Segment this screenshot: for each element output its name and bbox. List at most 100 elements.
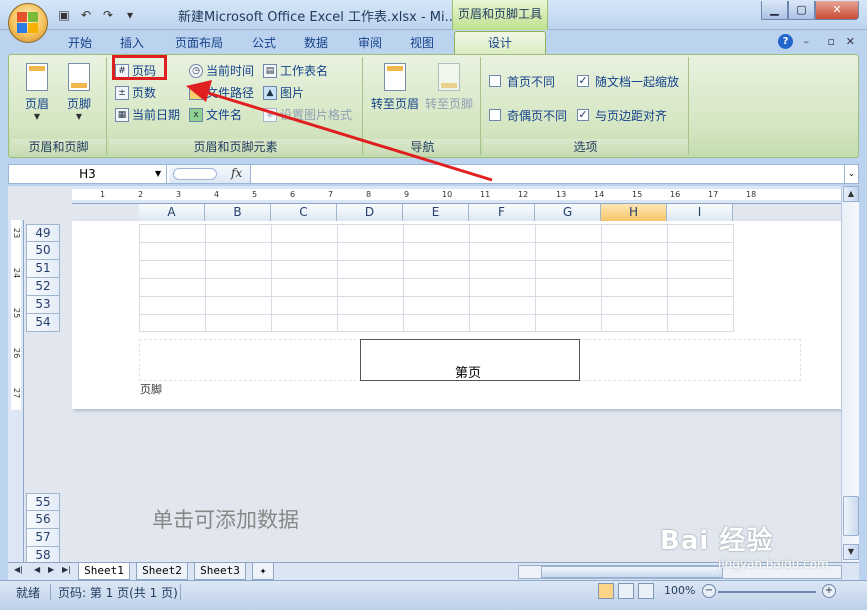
ruler-tick-label: 16: [670, 190, 681, 199]
goto-header-button[interactable]: 转至页眉: [369, 61, 421, 131]
page-layout-view-icon[interactable]: [618, 583, 634, 599]
insert-sheet-icon[interactable]: ✦: [252, 563, 274, 580]
ruler-tick-label: 27: [12, 388, 21, 399]
row-header[interactable]: 57: [26, 529, 60, 547]
customize-qat-icon[interactable]: ▾: [122, 7, 138, 23]
column-header-d[interactable]: D: [337, 204, 403, 221]
picture-button[interactable]: ▲ 图片: [263, 83, 304, 103]
column-header-c[interactable]: C: [271, 204, 337, 221]
checkmark-icon: ✓: [577, 108, 589, 121]
page-break-view-icon[interactable]: [638, 583, 654, 599]
tab-review[interactable]: 审阅: [348, 34, 392, 54]
scroll-down-icon[interactable]: ▼: [843, 544, 859, 560]
footer-button-label: 页脚: [66, 97, 91, 111]
undo-icon[interactable]: ↶: [78, 7, 94, 23]
column-header-g[interactable]: G: [535, 204, 601, 221]
last-sheet-icon[interactable]: ▶|: [62, 565, 71, 574]
row-header[interactable]: 54: [26, 314, 60, 332]
column-header-b[interactable]: B: [205, 204, 271, 221]
zoom-out-icon[interactable]: −: [702, 584, 716, 598]
window-controls: ▁ ▢ ✕: [761, 1, 859, 20]
first-page-different-label: 首页不同: [507, 74, 556, 89]
scale-with-document-checkbox[interactable]: ✓ 随文档一起缩放: [577, 71, 679, 91]
header-button[interactable]: 页眉 ▼: [19, 61, 55, 131]
column-header-f[interactable]: F: [469, 204, 535, 221]
first-page-different-checkbox[interactable]: 首页不同: [489, 71, 555, 91]
column-header-a[interactable]: A: [139, 204, 205, 221]
tab-data[interactable]: 数据: [294, 34, 338, 54]
file-name-button[interactable]: x 文件名: [189, 105, 242, 125]
tab-view[interactable]: 视图: [400, 34, 444, 54]
row-header[interactable]: 56: [26, 511, 60, 529]
vertical-scroll-thumb[interactable]: [843, 496, 859, 536]
prev-sheet-icon[interactable]: ◀: [34, 565, 40, 574]
current-date-button[interactable]: ▦ 当前日期: [115, 105, 180, 125]
save-icon[interactable]: ▣: [56, 7, 72, 23]
dropdown-arrow-icon: ▼: [75, 112, 83, 121]
odd-even-different-checkbox[interactable]: 奇偶页不同: [489, 105, 567, 125]
sheet-tab-2[interactable]: Sheet2: [136, 563, 188, 580]
status-bar: 就绪 页码: 第 1 页(共 1 页) 100% − +: [0, 580, 867, 610]
clock-icon: ◷: [189, 64, 203, 78]
row-header[interactable]: 49: [26, 224, 60, 242]
zoom-in-icon[interactable]: +: [822, 584, 836, 598]
cell-grid[interactable]: [139, 224, 734, 332]
redo-icon[interactable]: ↷: [100, 7, 116, 23]
normal-view-icon[interactable]: [598, 583, 614, 599]
align-with-margins-checkbox[interactable]: ✓ 与页边距对齐: [577, 105, 667, 125]
zoom-slider[interactable]: [718, 591, 816, 593]
zoom-level[interactable]: 100%: [664, 584, 695, 597]
sheet-tab-3[interactable]: Sheet3: [194, 563, 246, 580]
format-picture-icon: ◈: [263, 108, 277, 122]
name-box[interactable]: H3: [9, 165, 167, 183]
row-header[interactable]: 55: [26, 493, 60, 511]
insert-function-button[interactable]: fx: [231, 166, 242, 180]
scroll-up-icon[interactable]: ▲: [843, 186, 859, 202]
tab-insert[interactable]: 插入: [110, 34, 154, 54]
sheet-name-button[interactable]: ▤ 工作表名: [263, 61, 328, 81]
tab-design[interactable]: 设计: [454, 31, 546, 55]
row-header[interactable]: 52: [26, 278, 60, 296]
sheet-tab-1[interactable]: Sheet1: [78, 563, 130, 580]
column-header-i[interactable]: I: [667, 204, 733, 221]
ribbon-close-icon[interactable]: ✕: [846, 35, 855, 48]
expand-formula-bar-icon[interactable]: ⌄: [844, 165, 858, 183]
tab-page-layout[interactable]: 页面布局: [166, 34, 232, 54]
excel-file-icon: x: [189, 108, 203, 122]
ruler-tick-label: 7: [328, 190, 334, 199]
next-sheet-icon[interactable]: ▶: [48, 565, 54, 574]
formula-tools: fx: [169, 165, 251, 183]
page-count-button[interactable]: ± 页数: [115, 83, 156, 103]
help-icon[interactable]: ?: [778, 34, 793, 49]
ruler-tick-label: 4: [214, 190, 220, 199]
ribbon-restore-icon[interactable]: ▫: [828, 35, 835, 48]
formula-scroll-handle[interactable]: [173, 168, 217, 180]
format-picture-button[interactable]: ◈ 设置图片格式: [263, 105, 352, 125]
row-header[interactable]: 58: [26, 547, 60, 562]
tab-formulas[interactable]: 公式: [242, 34, 286, 54]
formula-bar: H3 ▼ fx ⌄: [8, 164, 859, 184]
first-sheet-icon[interactable]: ◀|: [14, 565, 23, 574]
column-header-h[interactable]: H: [601, 204, 667, 221]
maximize-button[interactable]: ▢: [788, 1, 815, 20]
vertical-scrollbar[interactable]: ▲ ▼: [841, 186, 859, 562]
column-header-e[interactable]: E: [403, 204, 469, 221]
row-header[interactable]: 50: [26, 242, 60, 260]
footer-icon: [68, 63, 90, 91]
ribbon-minimize-icon[interactable]: –: [804, 35, 810, 48]
name-box-dropdown-icon[interactable]: ▼: [155, 165, 161, 183]
click-to-add-data-hint[interactable]: 单击可添加数据: [152, 504, 299, 534]
current-time-button[interactable]: ◷ 当前时间: [189, 61, 254, 81]
minimize-button[interactable]: ▁: [761, 1, 788, 20]
footer-button[interactable]: 页脚 ▼: [61, 61, 97, 131]
file-path-button[interactable]: 文件路径: [189, 83, 254, 103]
horizontal-ruler: 1 2 3 4 5 6 7 8 9 10 11 12 13 14 15 16 17 18: [72, 186, 841, 204]
tab-home[interactable]: 开始: [58, 34, 102, 54]
goto-footer-button[interactable]: 转至页脚: [423, 61, 475, 131]
close-button[interactable]: ✕: [815, 1, 859, 20]
row-header[interactable]: 53: [26, 296, 60, 314]
picture-icon: ▲: [263, 86, 277, 100]
office-button[interactable]: [8, 3, 48, 43]
ruler-track: [72, 189, 841, 200]
row-header[interactable]: 51: [26, 260, 60, 278]
